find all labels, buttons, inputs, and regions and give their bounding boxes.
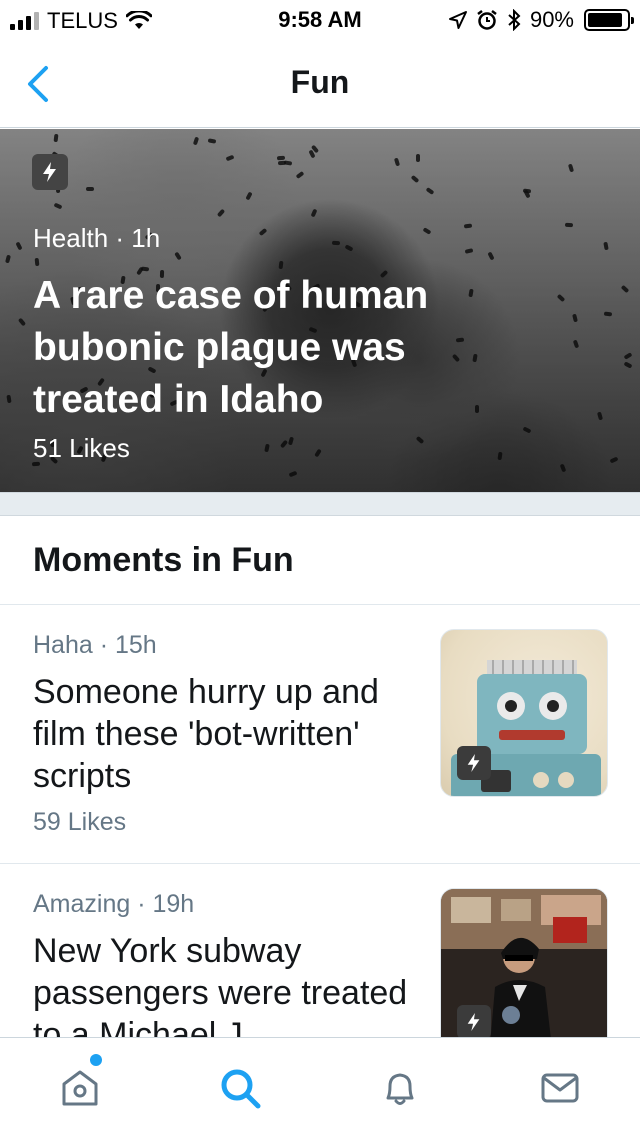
wifi-icon <box>125 11 152 29</box>
list-item[interactable]: Amazing · 19h New York subway passengers… <box>0 864 640 1037</box>
moment-badge <box>32 154 68 190</box>
search-icon <box>221 1069 261 1109</box>
tab-bar <box>0 1037 640 1136</box>
moment-badge <box>457 1005 491 1037</box>
tab-notifications[interactable] <box>376 1064 424 1112</box>
unread-dot <box>90 1054 102 1066</box>
list-item[interactable]: Haha · 15h Someone hurry up and film the… <box>0 605 640 864</box>
item-meta: Amazing · 19h <box>33 890 195 918</box>
hero-moment-card[interactable]: Health · 1h A rare case of human bubonic… <box>0 129 640 492</box>
tab-search[interactable] <box>216 1064 264 1112</box>
page-title: Fun <box>290 64 350 100</box>
battery-icon <box>584 9 634 31</box>
hero-likes: 51 Likes <box>33 433 130 463</box>
item-title: Someone hurry up and film these 'bot-wri… <box>33 673 379 795</box>
section-header: Moments in Fun <box>0 516 640 605</box>
item-meta: Haha · 15h <box>33 631 157 659</box>
tab-home[interactable] <box>56 1064 104 1112</box>
home-icon <box>62 1070 98 1106</box>
hero-meta: Health · 1h <box>33 223 161 253</box>
alarm-icon <box>477 10 497 30</box>
nav-bar: Fun <box>0 40 640 128</box>
bell-icon <box>386 1073 414 1105</box>
section-divider <box>0 492 640 516</box>
robot-toy-image <box>440 629 608 797</box>
item-likes: 59 Likes <box>33 808 127 836</box>
lightning-icon <box>467 754 480 772</box>
lightning-icon <box>43 162 56 182</box>
tab-messages[interactable] <box>536 1064 584 1112</box>
bluetooth-icon <box>508 9 521 31</box>
signal-icon <box>10 12 39 30</box>
michael-jackson-impersonator-image <box>440 888 608 1037</box>
location-arrow-icon <box>448 11 467 29</box>
item-title: New York subway passengers were treated … <box>33 932 408 1037</box>
moment-badge <box>457 746 491 780</box>
carrier-label: TELUS <box>47 8 118 33</box>
section-title: Moments in Fun <box>33 541 294 579</box>
hero-title: A rare case of human bubonic plague was … <box>33 274 429 421</box>
lightning-icon <box>467 1013 480 1031</box>
moments-list: Haha · 15h Someone hurry up and film the… <box>0 605 640 1037</box>
mail-icon <box>541 1073 579 1103</box>
battery-percent: 90% <box>529 7 574 32</box>
status-left: TELUS <box>10 8 152 34</box>
status-bar: TELUS 9:58 AM 90% <box>0 0 640 40</box>
status-right: 90% <box>448 7 634 33</box>
battery-fill <box>588 13 623 27</box>
